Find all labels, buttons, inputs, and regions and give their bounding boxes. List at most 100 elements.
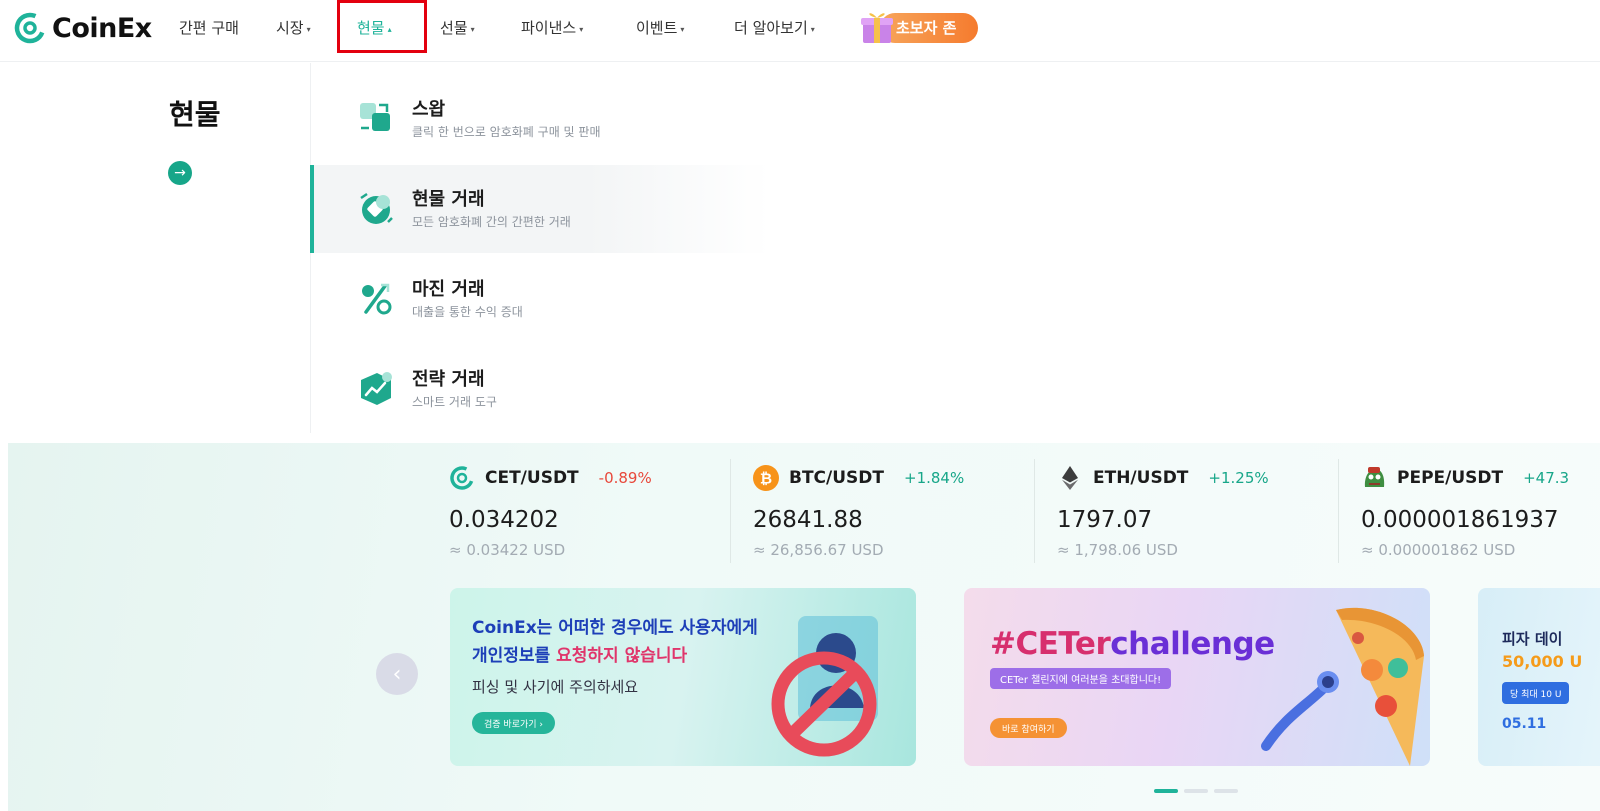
nav-futures[interactable]: 선물 ▾ xyxy=(440,17,475,38)
nav-learn-more-label: 더 알아보기 xyxy=(734,19,808,37)
menu-item-label: 스왑 xyxy=(412,99,446,120)
btc-coin-icon: ₿ xyxy=(753,465,779,491)
ticker-card-cet[interactable]: CET/USDT -0.89% 0.034202 ≈ 0.03422 USD xyxy=(449,459,749,567)
eth-coin-icon xyxy=(1062,466,1078,490)
menu-item-strategy-trading[interactable]: 전략 거래 스마트 거래 도구 xyxy=(310,345,770,433)
beginner-zone-button[interactable]: 초보자 존 xyxy=(860,11,979,44)
banner-title: #CETerchallenge xyxy=(990,626,1275,662)
ticker-usd-value: ≈ 0.03422 USD xyxy=(449,541,566,559)
banner-date: 05.11 xyxy=(1502,716,1547,732)
ticker-header: PEPE/USDT +47.3 xyxy=(1361,465,1569,491)
nav-quick-buy[interactable]: 간편 구매 xyxy=(179,17,239,38)
hero-section: CET/USDT -0.89% 0.034202 ≈ 0.03422 USD ₿… xyxy=(8,443,1600,811)
banner-title: 피자 데이 xyxy=(1502,630,1563,648)
margin-percent-icon xyxy=(362,283,392,315)
banner-title-highlight: 요청하지 않습니다 xyxy=(556,646,688,666)
beginner-zone-label: 초보자 존 xyxy=(880,12,979,43)
menu-item-label: 현물 거래 xyxy=(412,189,485,210)
menu-item-description: 스마트 거래 도구 xyxy=(412,395,497,409)
no-phishing-illustration xyxy=(771,616,878,757)
banner-subtitle: CETer 챌린지에 여러분을 초대합니다! xyxy=(990,668,1172,689)
menu-item-spot-trading[interactable]: 현물 거래 모든 암호화폐 간의 간편한 거래 xyxy=(310,165,770,253)
menu-item-margin-trading-text: 마진 거래 대출을 통한 수익 증대 xyxy=(412,279,523,319)
banner-verify-button[interactable]: 검증 바로가기 › xyxy=(472,712,556,734)
ticker-header: ₿ BTC/USDT +1.84% xyxy=(753,465,964,491)
ticker-header: ETH/USDT +1.25% xyxy=(1057,465,1269,491)
coinex-logo-icon xyxy=(14,12,46,44)
menu-item-spot-trading-text: 현물 거래 모든 암호화폐 간의 간편한 거래 xyxy=(412,189,571,229)
coinex-logo[interactable]: CoinEx xyxy=(14,12,152,44)
nav-finance-label: 파이낸스 xyxy=(521,19,577,37)
ticker-separator xyxy=(1338,459,1339,563)
banner-ceter-challenge[interactable]: #CETerchallenge CETer 챌린지에 여러분을 초대합니다! 바… xyxy=(964,588,1430,766)
banner-subtitle: 피싱 및 사기에 주의하세요 xyxy=(472,678,639,696)
ticker-card-pepe[interactable]: PEPE/USDT +47.3 0.000001861937 ≈ 0.00000… xyxy=(1361,459,1600,567)
spot-dropdown-panel: 현물 → 스왑 클릭 한 번으로 암호화폐 구매 및 판매 현물 거래 모든 암… xyxy=(8,63,1600,443)
spot-trading-icon xyxy=(360,192,393,224)
nav-market[interactable]: 시장 ▾ xyxy=(276,17,311,38)
banner-title: CoinEx는 어떠한 경우에도 사용자에게 개인정보를 요청하지 않습니다 xyxy=(472,614,762,670)
carousel-pagination xyxy=(1154,789,1238,793)
menu-item-swap-text: 스왑 클릭 한 번으로 암호화폐 구매 및 판매 xyxy=(412,99,601,139)
carousel-prev-button[interactable]: ‹ xyxy=(376,653,418,695)
top-navigation: CoinEx 간편 구매 시장 ▾ 현물 ▴ 선물 ▾ 파이낸스 ▾ 이벤트 ▾… xyxy=(0,0,1600,62)
ticker-change: +1.84% xyxy=(904,469,965,487)
banner-join-button[interactable]: 바로 참여하기 xyxy=(990,718,1067,738)
dropdown-title: 현물 xyxy=(169,98,221,131)
chevron-down-icon: ▾ xyxy=(470,24,475,34)
carousel-dot-active[interactable] xyxy=(1154,789,1178,793)
carousel-dot[interactable] xyxy=(1214,789,1238,793)
chevron-down-icon: ▾ xyxy=(306,24,311,34)
ticker-pair: PEPE/USDT xyxy=(1397,468,1504,488)
ticker-usd-value: ≈ 26,856.67 USD xyxy=(753,541,884,559)
svg-text:₿: ₿ xyxy=(760,470,772,488)
ticker-card-btc[interactable]: ₿ BTC/USDT +1.84% 26841.88 ≈ 26,856.67 U… xyxy=(753,459,1053,567)
ticker-price: 26841.88 xyxy=(753,507,863,533)
banner-pizza-day[interactable]: 피자 데이 50,000 U 당 최대 10 U 05.11 xyxy=(1478,588,1600,766)
ticker-separator xyxy=(1034,459,1035,563)
gift-icon xyxy=(861,13,893,43)
ticker-separator xyxy=(730,459,731,563)
ticker-change: -0.89% xyxy=(598,469,652,487)
arrow-right-icon[interactable]: → xyxy=(168,161,192,185)
menu-item-margin-trading[interactable]: 마진 거래 대출을 통한 수익 증대 xyxy=(310,255,770,343)
ticker-pair: ETH/USDT xyxy=(1093,468,1189,488)
ticker-price: 0.034202 xyxy=(449,507,559,533)
nav-futures-label: 선물 xyxy=(440,19,468,37)
nav-finance[interactable]: 파이낸스 ▾ xyxy=(521,17,583,38)
ticker-pair: CET/USDT xyxy=(485,468,579,488)
carousel-dot[interactable] xyxy=(1184,789,1208,793)
ticker-price: 0.000001861937 xyxy=(1361,507,1559,533)
chevron-down-icon: ▾ xyxy=(680,24,685,34)
menu-item-description: 클릭 한 번으로 암호화폐 구매 및 판매 xyxy=(412,125,601,139)
brand-name: CoinEx xyxy=(52,12,152,44)
nav-events[interactable]: 이벤트 ▾ xyxy=(636,17,684,38)
ticker-pair: BTC/USDT xyxy=(789,468,884,488)
nav-quick-buy-label: 간편 구매 xyxy=(179,19,239,37)
menu-item-label: 전략 거래 xyxy=(412,369,485,390)
nav-learn-more[interactable]: 더 알아보기 ▾ xyxy=(734,17,815,38)
banner-prize: 50,000 U xyxy=(1502,652,1583,671)
menu-item-description: 모든 암호화폐 간의 간편한 거래 xyxy=(412,215,571,229)
ticker-change: +47.3 xyxy=(1523,469,1570,487)
ticker-price: 1797.07 xyxy=(1057,507,1153,533)
chevron-down-icon: ▾ xyxy=(579,24,584,34)
nav-events-label: 이벤트 xyxy=(636,19,678,37)
nav-spot-highlight-box xyxy=(337,0,427,53)
ticker-header: CET/USDT -0.89% xyxy=(449,465,652,491)
pepe-coin-icon xyxy=(1364,467,1385,487)
ticker-card-eth[interactable]: ETH/USDT +1.25% 1797.07 ≈ 1,798.06 USD xyxy=(1057,459,1357,567)
banner-chip: 당 최대 10 U xyxy=(1502,682,1570,704)
ticker-change: +1.25% xyxy=(1208,469,1269,487)
cet-coin-icon xyxy=(450,466,474,490)
menu-item-label: 마진 거래 xyxy=(412,279,485,300)
menu-item-description: 대출을 통한 수익 증대 xyxy=(412,305,523,319)
chevron-down-icon: ▾ xyxy=(810,24,815,34)
banner-security-notice[interactable]: CoinEx는 어떠한 경우에도 사용자에게 개인정보를 요청하지 않습니다 피… xyxy=(450,588,916,766)
nav-market-label: 시장 xyxy=(276,19,304,37)
menu-item-strategy-trading-text: 전략 거래 스마트 거래 도구 xyxy=(412,369,497,409)
pizza-astronaut-illustration xyxy=(1261,607,1424,766)
menu-item-swap[interactable]: 스왑 클릭 한 번으로 암호화폐 구매 및 판매 xyxy=(310,75,770,163)
ticker-usd-value: ≈ 0.000001862 USD xyxy=(1361,541,1516,559)
strategy-chart-icon xyxy=(361,372,392,405)
